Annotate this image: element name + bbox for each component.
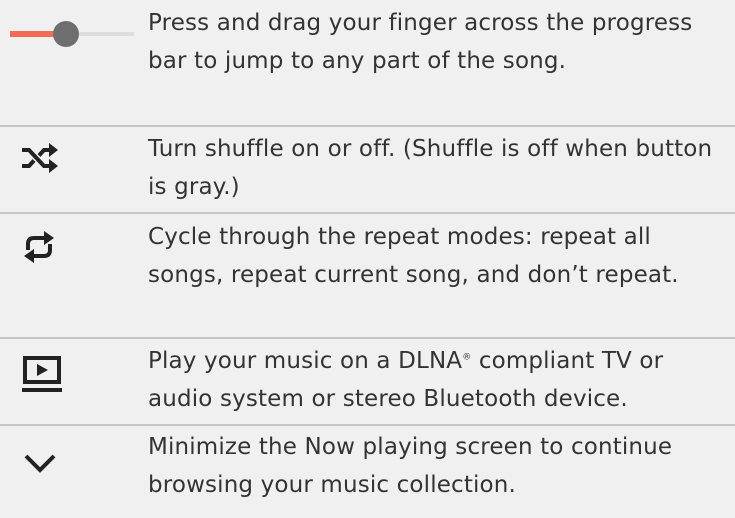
- slider-thumb: [53, 21, 79, 47]
- registered-mark: ®: [462, 352, 472, 363]
- table-row: Play your music on a DLNA® compliant TV …: [0, 337, 735, 424]
- table-row: Turn shuffle on or off. (Shuffle is off …: [0, 125, 735, 212]
- repeat-icon: [24, 231, 54, 263]
- cast-play-icon: [22, 356, 62, 392]
- playback-controls-table: Press and drag your finger across the pr…: [0, 0, 735, 518]
- table-row: Press and drag your finger across the pr…: [0, 0, 735, 125]
- row-description: Play your music on a DLNA® compliant TV …: [148, 339, 735, 418]
- table-row: Minimize the Now playing screen to conti…: [0, 424, 735, 518]
- shuffle-icon: [22, 143, 58, 173]
- row-description: Press and drag your finger across the pr…: [148, 10, 693, 74]
- icon-cell: [0, 0, 148, 125]
- row-description: Turn shuffle on or off. (Shuffle is off …: [148, 136, 713, 200]
- icon-cell: [0, 127, 148, 212]
- row-description: Cycle through the repeat modes: repeat a…: [148, 224, 679, 288]
- icon-cell: [0, 339, 148, 424]
- icon-cell: [0, 214, 148, 337]
- row-description: Minimize the Now playing screen to conti…: [148, 434, 673, 498]
- table-row: Cycle through the repeat modes: repeat a…: [0, 212, 735, 337]
- chevron-down-icon: [24, 454, 56, 473]
- icon-cell: [0, 426, 148, 518]
- progress-slider-icon: [10, 21, 134, 47]
- description-part: Play your music on a DLNA: [148, 348, 463, 374]
